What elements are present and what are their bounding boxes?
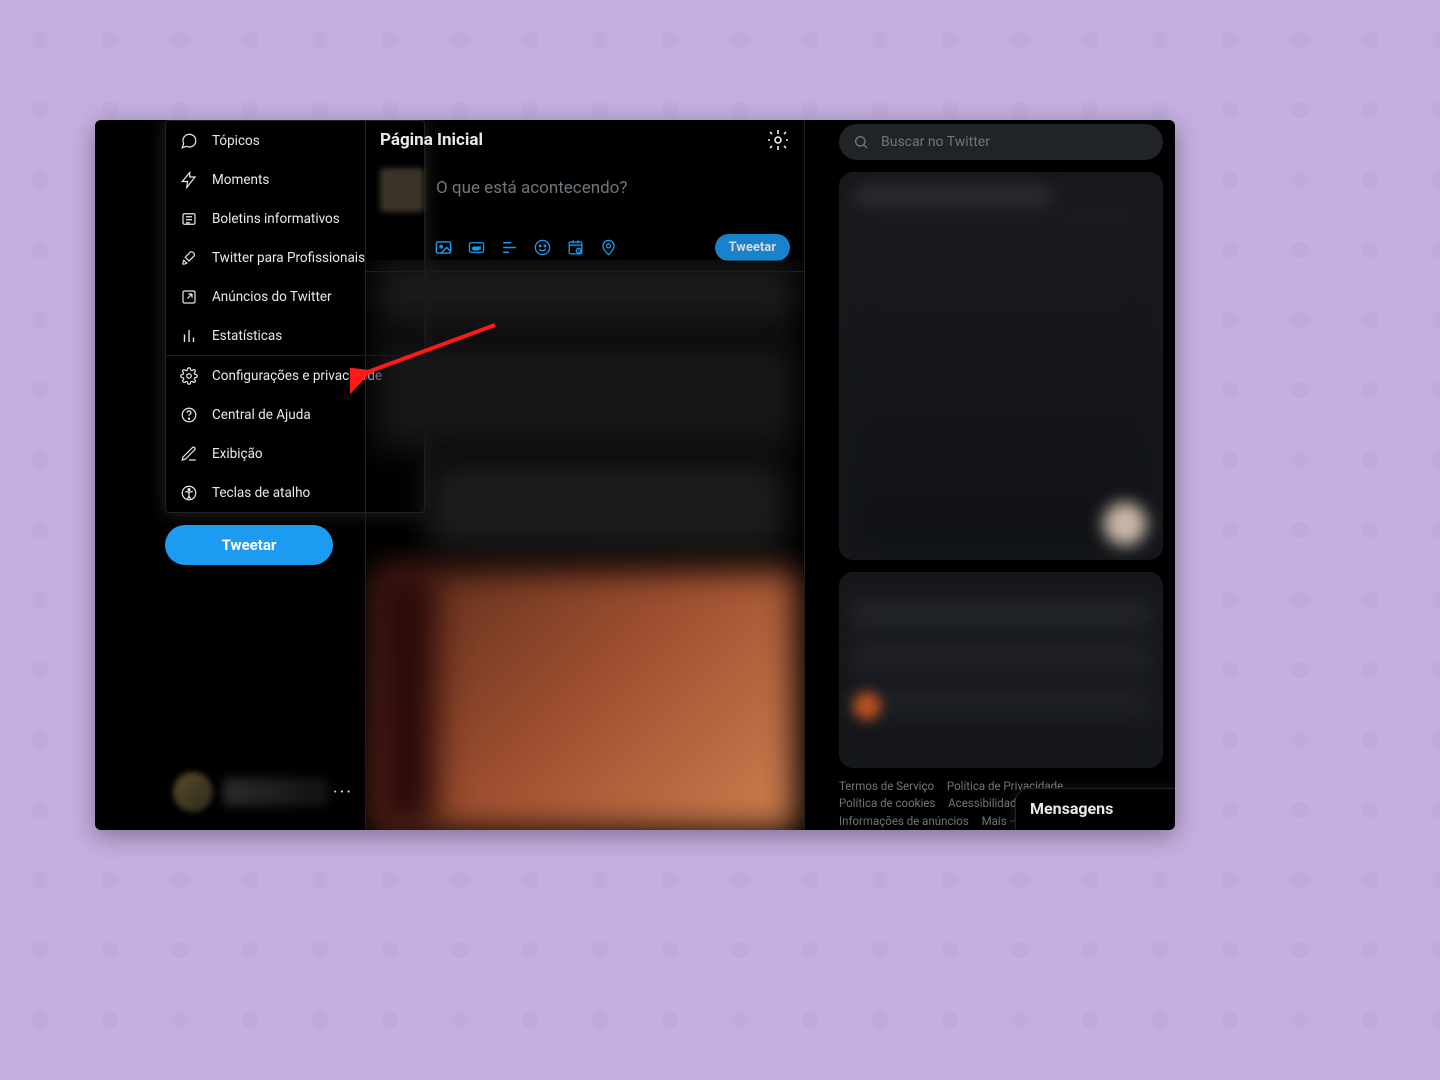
menu-label: Central de Ajuda (212, 407, 311, 423)
account-name-blurred (223, 778, 329, 806)
schedule-icon[interactable] (566, 238, 585, 257)
sidebar-tweet-button[interactable]: Tweetar (165, 525, 333, 565)
more-icon[interactable]: ··· (329, 778, 357, 807)
avatar (173, 772, 213, 812)
compose-tweet-box: O que está acontecendo? GIF Tweetar (366, 160, 804, 272)
bolt-icon (180, 171, 198, 189)
newsletter-icon (180, 210, 198, 228)
menu-label: Twitter para Profissionais (212, 250, 365, 266)
arrow-out-icon (180, 288, 198, 306)
menu-label: Tópicos (212, 133, 260, 149)
menu-label: Exibição (212, 446, 263, 462)
compose-tweet-label: Tweetar (729, 240, 776, 255)
compose-avatar (380, 168, 424, 212)
footer-link[interactable]: Política de cookies (839, 795, 935, 812)
gif-icon[interactable]: GIF (467, 238, 486, 257)
who-to-follow-card-blurred (839, 572, 1163, 768)
svg-text:GIF: GIF (473, 246, 481, 252)
twitter-app-window: Tópicos Moments Boletins informativos Tw… (95, 120, 1175, 830)
menu-label: Anúncios do Twitter (212, 289, 332, 305)
compose-placeholder[interactable]: O que está acontecendo? (436, 168, 790, 198)
menu-label: Estatísticas (212, 328, 282, 344)
help-icon (180, 406, 198, 424)
sidebar-tweet-label: Tweetar (222, 536, 277, 554)
gear-icon (180, 367, 198, 385)
chart-icon (180, 327, 198, 345)
compose-tweet-button[interactable]: Tweetar (715, 234, 790, 261)
topic-icon (180, 132, 198, 150)
accessibility-icon (180, 484, 198, 502)
top-tweets-toggle[interactable] (766, 128, 790, 152)
messages-title: Mensagens (1030, 799, 1113, 818)
menu-label: Boletins informativos (212, 211, 340, 227)
search-icon (853, 134, 869, 150)
footer-link[interactable]: Informações de anúncios (839, 813, 969, 830)
compose-toolbar: GIF (434, 238, 618, 257)
footer-link[interactable]: Acessibilidade (948, 795, 1022, 812)
menu-label: Moments (212, 172, 269, 188)
trends-card-blurred (839, 172, 1163, 560)
right-sidebar: Buscar no Twitter Termos de Serviço Polí… (827, 120, 1175, 830)
timeline-header: Página Inicial (366, 120, 804, 160)
timeline-column: Página Inicial O que está acontecendo? G… (365, 120, 805, 830)
edit-icon (180, 445, 198, 463)
footer-link[interactable]: Termos de Serviço (839, 778, 934, 795)
search-input[interactable]: Buscar no Twitter (839, 124, 1163, 160)
account-switcher[interactable]: ··· (165, 764, 365, 820)
menu-label: Teclas de atalho (212, 485, 310, 501)
media-icon[interactable] (434, 238, 453, 257)
footer-link[interactable]: Mais ··· (982, 813, 1019, 830)
menu-label: Configurações e privacidade (212, 368, 382, 384)
page-title: Página Inicial (380, 130, 483, 150)
location-icon[interactable] (599, 238, 618, 257)
search-placeholder: Buscar no Twitter (881, 134, 990, 150)
timeline-feed-blurred (366, 260, 804, 830)
emoji-icon[interactable] (533, 238, 552, 257)
rocket-icon (180, 249, 198, 267)
messages-dock[interactable]: Mensagens (1015, 788, 1175, 830)
poll-icon[interactable] (500, 238, 519, 257)
